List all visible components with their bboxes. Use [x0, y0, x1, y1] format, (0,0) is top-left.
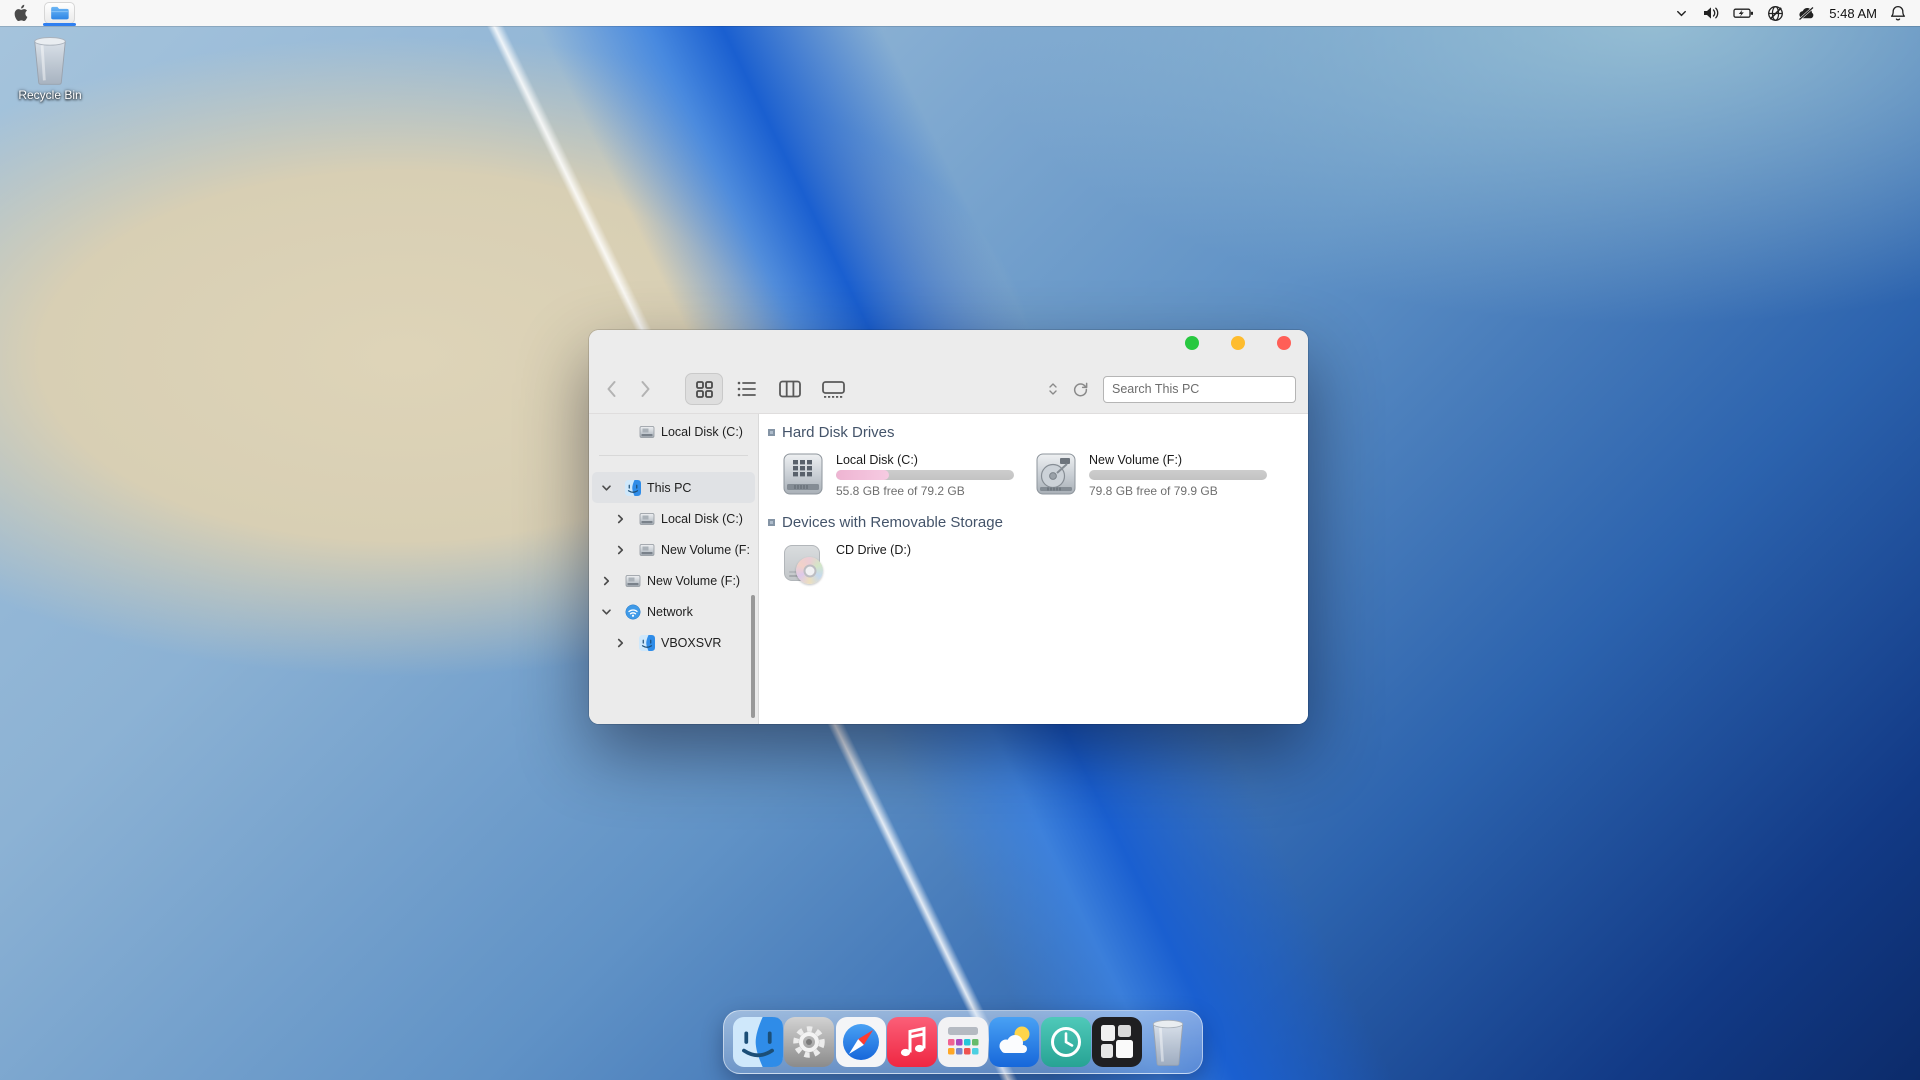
apple-menu-icon[interactable] — [14, 4, 30, 22]
dock-safari-icon[interactable] — [835, 1017, 886, 1067]
collapse-glyph-icon — [768, 519, 775, 526]
sidebar-item-label: Local Disk (C:) — [661, 424, 743, 439]
sidebar-item-local-disk-c[interactable]: Local Disk (C:) — [592, 503, 755, 534]
onedrive-offline-icon[interactable] — [1797, 6, 1816, 21]
dock-system-preferences-icon[interactable] — [784, 1017, 835, 1067]
columns-view-icon — [779, 380, 801, 398]
sidebar-item-label: New Volume (F:) — [647, 573, 741, 588]
sidebar-item-this-pc[interactable]: This PC — [592, 472, 755, 503]
clock: 5:48 AM — [1829, 5, 1877, 21]
section-header-removable-storage[interactable]: Devices with Removable Storage — [768, 514, 1298, 531]
sidebar-item-label: New Volume (F: — [661, 542, 750, 557]
sidebar-item-label: Local Disk (C:) — [661, 511, 743, 526]
grid-view-button[interactable] — [685, 373, 723, 405]
recycle-bin-icon — [34, 37, 66, 85]
drive-name: New Volume (F:) — [1089, 453, 1183, 467]
hard-drive-icon — [625, 574, 641, 587]
chevron-right-icon[interactable] — [616, 513, 626, 524]
sidebar-item-network[interactable]: Network — [592, 596, 755, 627]
battery-icon[interactable] — [1733, 5, 1754, 21]
columns-view-button[interactable] — [771, 373, 809, 405]
dock-music-icon[interactable] — [886, 1017, 937, 1067]
toolbar — [589, 368, 1308, 410]
sidebar-item-vboxsvr[interactable]: VBOXSVR — [592, 627, 755, 658]
active-app-indicator — [43, 23, 76, 26]
drive-tile-new-volume-f[interactable]: New Volume (F:) 79.8 GB free of 79.9 GB — [1034, 452, 1267, 498]
sidebar-divider — [599, 455, 748, 456]
volume-icon[interactable] — [1702, 5, 1720, 21]
sidebar-item-new-volume-f-child[interactable]: New Volume (F: — [592, 534, 755, 565]
dock — [723, 1010, 1203, 1074]
sidebar-item-label: This PC — [647, 480, 692, 495]
finder-face-icon — [639, 634, 655, 651]
hard-drive-platter-icon — [1036, 453, 1076, 495]
file-explorer-window: Local Disk (C:) This PC Local Disk (C:) … — [589, 330, 1308, 724]
dock-launchpad-icon[interactable] — [938, 1017, 988, 1067]
chevron-right-icon[interactable] — [602, 575, 612, 586]
view-mode-group — [685, 373, 852, 405]
chevron-right-icon[interactable] — [616, 637, 626, 648]
recycle-bin-desktop-icon[interactable]: Recycle Bin — [8, 34, 92, 102]
search-input[interactable] — [1103, 375, 1296, 403]
dock-finder-icon[interactable] — [733, 1017, 783, 1067]
sidebar-scrollbar[interactable] — [751, 595, 755, 718]
navigation-pane: Local Disk (C:) This PC Local Disk (C:) … — [589, 414, 759, 724]
sidebar-item-new-volume-f[interactable]: New Volume (F:) — [592, 565, 755, 596]
section-header-hard-disk-drives[interactable]: Hard Disk Drives — [768, 424, 1298, 441]
network-offline-icon[interactable] — [1767, 5, 1784, 22]
section-title-text: Hard Disk Drives — [782, 424, 895, 441]
grid-view-icon — [695, 380, 713, 398]
hard-drive-grid-icon — [783, 453, 823, 495]
list-view-button[interactable] — [728, 373, 766, 405]
notifications-bell-icon[interactable] — [1890, 5, 1906, 22]
list-view-icon — [737, 381, 756, 397]
drive-free-space: 79.8 GB free of 79.9 GB — [1089, 484, 1218, 498]
hard-drive-icon — [639, 425, 655, 438]
close-button[interactable] — [1277, 336, 1291, 350]
window-titlebar[interactable] — [589, 330, 1308, 414]
drive-name: Local Disk (C:) — [836, 453, 918, 467]
cd-drive-icon — [781, 542, 825, 586]
capacity-bar-used — [836, 470, 889, 480]
content-pane: Hard Disk Drives Local Disk (C:) 55.8 GB… — [759, 414, 1308, 724]
dock-weather-icon[interactable] — [989, 1017, 1040, 1067]
dock-time-machine-icon[interactable] — [1040, 1017, 1091, 1067]
back-button[interactable] — [599, 374, 623, 404]
capacity-bar — [836, 470, 1014, 480]
recycle-bin-label: Recycle Bin — [18, 88, 82, 102]
sidebar-item-label: Network — [647, 604, 693, 619]
drive-free-space: 55.8 GB free of 79.2 GB — [836, 484, 965, 498]
chevron-right-icon[interactable] — [616, 544, 626, 555]
gallery-view-icon — [821, 380, 845, 398]
sort-options-button[interactable] — [1048, 381, 1058, 397]
finder-face-icon — [625, 479, 641, 496]
collapse-glyph-icon — [768, 429, 775, 436]
folder-icon — [51, 6, 69, 19]
dock-trash-icon[interactable] — [1143, 1017, 1193, 1067]
drive-name: CD Drive (D:) — [836, 543, 911, 557]
menu-bar: 5:48 AM — [0, 0, 1920, 26]
hard-drive-icon — [639, 512, 655, 525]
capacity-bar — [1089, 470, 1267, 480]
show-hidden-icons-chevron-icon[interactable] — [1674, 6, 1689, 21]
drive-tile-local-disk-c[interactable]: Local Disk (C:) 55.8 GB free of 79.2 GB — [781, 452, 1014, 498]
minimize-button[interactable] — [1231, 336, 1245, 350]
section-title-text: Devices with Removable Storage — [782, 514, 1003, 531]
drive-tile-cd-drive-d[interactable]: CD Drive (D:) — [781, 542, 1014, 586]
chevron-down-icon[interactable] — [601, 607, 612, 617]
network-icon — [625, 603, 641, 620]
refresh-button[interactable] — [1072, 381, 1089, 398]
hard-drive-icon — [639, 543, 655, 556]
sidebar-item-local-disk-c-top[interactable]: Local Disk (C:) — [592, 416, 755, 447]
taskbar-file-explorer-button[interactable] — [43, 2, 76, 26]
maximize-button[interactable] — [1185, 336, 1199, 350]
forward-button[interactable] — [633, 374, 657, 404]
chevron-down-icon[interactable] — [601, 483, 612, 493]
dock-app-grid-icon[interactable] — [1091, 1017, 1142, 1067]
sidebar-item-label: VBOXSVR — [661, 635, 722, 650]
gallery-view-button[interactable] — [814, 373, 852, 405]
